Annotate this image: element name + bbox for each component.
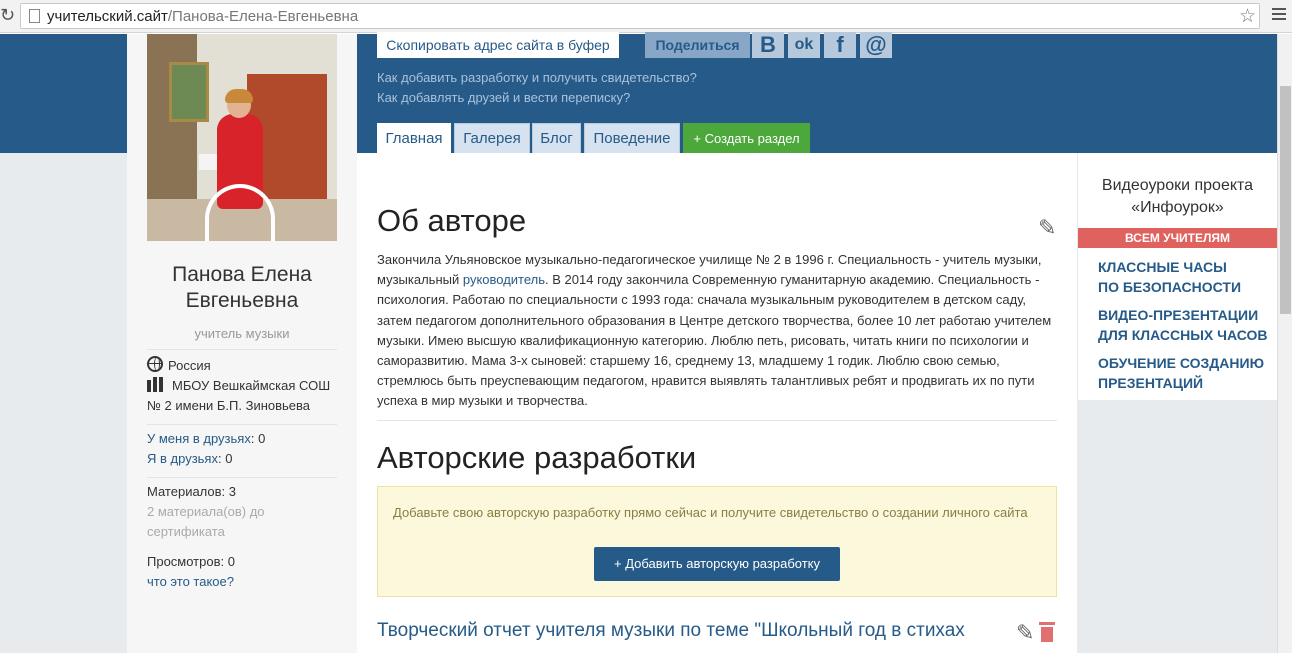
profile-sidebar: Панова Елена Евгеньевна учитель музыки Р… — [127, 34, 357, 653]
browser-toolbar: ↻ учительский.сайт/Панова-Елена-Евгеньев… — [0, 0, 1292, 33]
divider — [377, 420, 1057, 421]
help-link-friends[interactable]: Как добавлять друзей и вести переписку? — [377, 90, 630, 105]
share-label: Поделиться — [645, 32, 750, 58]
profile-photo — [147, 34, 337, 241]
country-line: Россия — [147, 356, 211, 376]
video-lessons-title-line1: Видеоуроки проекта — [1101, 177, 1254, 194]
tab-gallery[interactable]: Галерея — [454, 123, 530, 154]
profile-name: Панова Елена Евгеньевна — [127, 262, 357, 314]
odnoklassniki-share-icon[interactable]: ok — [788, 32, 820, 58]
school-name: МБОУ Вешкаймская СОШ — [172, 378, 331, 393]
views-count: Просмотров: 0 — [147, 554, 235, 569]
sidebar-link-video-line2: ДЛЯ КЛАССНЫХ ЧАСОВ — [1098, 327, 1268, 343]
sidebar-link-safety-line2: ПО БЕЗОПАСНОСТИ — [1098, 279, 1242, 295]
edit-article-pencil-icon[interactable]: ✎ — [1016, 620, 1034, 646]
reload-icon[interactable]: ↻ — [0, 5, 15, 26]
add-work-notice: Добавьте свою авторскую разработку прямо… — [377, 486, 1057, 597]
friends-mine-link[interactable]: У меня в друзьях — [147, 431, 251, 446]
video-lessons-sidebar: Видеоуроки проекта «Инфоурок» ВСЕМ УЧИТЕ… — [1078, 153, 1277, 400]
sidebar-link-video-presentations[interactable]: ВИДЕО-ПРЕЗЕНТАЦИИ ДЛЯ КЛАССНЫХ ЧАСОВ — [1098, 305, 1268, 345]
delete-article-trash-icon[interactable] — [1039, 622, 1055, 642]
tab-main[interactable]: Главная — [377, 123, 451, 154]
divider — [147, 477, 337, 478]
what-is-this-link[interactable]: что это такое? — [147, 572, 234, 592]
scrollbar-thumb[interactable] — [1280, 86, 1291, 314]
video-lessons-title-line2: «Инфоурок» — [1131, 199, 1224, 216]
divider — [147, 424, 337, 425]
tab-blog[interactable]: Блог — [532, 123, 581, 154]
school-icon — [147, 377, 167, 392]
sidebar-link-safety-classes[interactable]: КЛАССНЫЕ ЧАСЫ ПО БЕЗОПАСНОСТИ — [1098, 257, 1241, 297]
url-host: учительский.сайт — [47, 8, 168, 25]
friends-in-link[interactable]: Я в друзьях — [147, 451, 218, 466]
school-name-line2: № 2 имени Б.П. Зиновьева — [147, 398, 311, 413]
country: Россия — [168, 358, 211, 373]
add-work-button[interactable]: + Добавить авторскую разработку — [594, 547, 840, 581]
profile-job: учитель музыки — [194, 326, 290, 341]
profile-name-line1: Панова Елена — [172, 263, 312, 286]
page-icon — [29, 9, 40, 23]
friends-in-count: : 0 — [217, 451, 233, 466]
article-title-link[interactable]: Творческий отчет учителя музыки по теме … — [377, 620, 965, 642]
facebook-share-icon[interactable]: f — [824, 32, 856, 58]
profile-name-line2: Евгеньевна — [185, 289, 299, 312]
sidebar-link-video-line1: ВИДЕО-ПРЕЗЕНТАЦИИ — [1098, 307, 1259, 323]
all-teachers-banner[interactable]: ВСЕМ УЧИТЕЛЯМ — [1078, 228, 1277, 248]
materials-count: Материалов: 3 — [147, 484, 237, 499]
address-bar[interactable]: учительский.сайт/Панова-Елена-Евгеньевна… — [20, 3, 1260, 29]
sidebar-link-training-line1: ОБУЧЕНИЕ СОЗДАНИЮ — [1098, 355, 1265, 371]
cert-progress-line2: сертификата — [147, 524, 225, 539]
about-text-part2: . В 2014 году закончила Современную гума… — [377, 272, 1052, 409]
divider — [147, 349, 337, 350]
friends-in: Я в друзьях: 0 — [147, 449, 232, 469]
globe-icon — [147, 356, 163, 372]
page-scrollbar[interactable] — [1277, 34, 1292, 653]
edit-pencil-icon[interactable]: ✎ — [1038, 215, 1056, 241]
friends-mine: У меня в друзьях: 0 — [147, 429, 265, 449]
copy-url-button[interactable]: Скопировать адрес сайта в буфер — [377, 32, 619, 58]
school-line: МБОУ Вешкаймская СОШ — [147, 376, 330, 396]
sidebar-link-training-line2: ПРЕЗЕНТАЦИЙ — [1098, 375, 1204, 391]
email-share-icon[interactable]: @ — [860, 32, 892, 58]
tab-behavior[interactable]: Поведение — [584, 123, 680, 154]
notice-text: Добавьте свою авторскую разработку прямо… — [393, 505, 1028, 520]
browser-menu-icon[interactable] — [1272, 8, 1286, 22]
bookmark-star-icon[interactable]: ☆ — [1239, 5, 1256, 28]
vk-share-icon[interactable]: В — [752, 32, 784, 58]
sidebar-link-safety-line1: КЛАССНЫЕ ЧАСЫ — [1098, 259, 1227, 275]
about-text-link[interactable]: руководитель — [463, 272, 545, 287]
about-text: Закончила Ульяновское музыкально-педагог… — [377, 250, 1059, 412]
url-text[interactable]: учительский.сайт/Панова-Елена-Евгеньевна — [47, 8, 358, 25]
video-lessons-title: Видеоуроки проекта «Инфоурок» — [1078, 175, 1277, 219]
cert-progress-line1: 2 материала(ов) до — [147, 504, 265, 519]
sidebar-link-presentation-training[interactable]: ОБУЧЕНИЕ СОЗДАНИЮ ПРЕЗЕНТАЦИЙ — [1098, 353, 1264, 393]
help-link-add-work[interactable]: Как добавить разработку и получить свиде… — [377, 70, 697, 85]
friends-mine-count: : 0 — [250, 431, 266, 446]
works-heading: Авторские разработки — [377, 440, 697, 475]
create-section-button[interactable]: + Создать раздел — [683, 123, 810, 154]
url-path: /Панова-Елена-Евгеньевна — [167, 8, 359, 25]
about-heading: Об авторе — [377, 203, 527, 238]
